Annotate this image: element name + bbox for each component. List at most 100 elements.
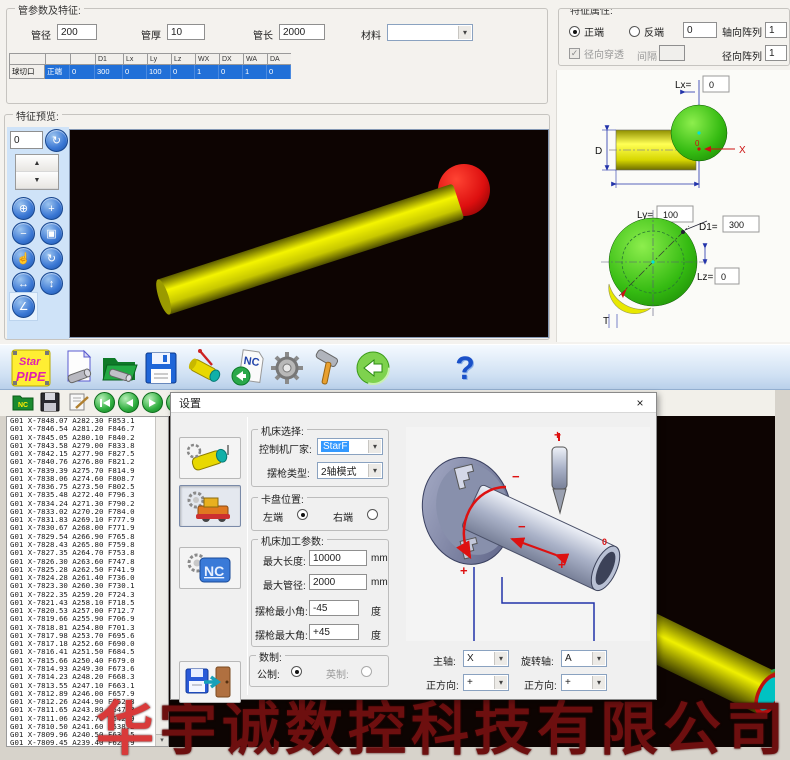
preview-angle-input[interactable]: 0 xyxy=(10,131,43,149)
hammer-icon xyxy=(307,348,347,388)
nc-save-button[interactable] xyxy=(40,392,60,415)
pipe-tool-button[interactable] xyxy=(186,347,228,389)
lx-value[interactable]: 0 xyxy=(709,80,714,90)
d1-value[interactable]: 300 xyxy=(729,220,744,230)
chevron-down-icon: ▾ xyxy=(494,652,507,665)
settings-button[interactable] xyxy=(266,347,308,389)
spindle-select[interactable]: X ▾ xyxy=(463,650,509,667)
nc-export-icon: NC xyxy=(229,348,269,388)
table-cell[interactable]: 1 xyxy=(243,65,267,79)
open-file-button[interactable] xyxy=(98,347,140,389)
metric-radio[interactable] xyxy=(291,666,302,677)
nc-export-button[interactable]: NC xyxy=(228,347,270,389)
table-cell[interactable]: 0 xyxy=(267,65,291,79)
vendor-select[interactable]: StarF ▾ xyxy=(317,438,383,455)
radial-pierce-label: 径向穿透 xyxy=(584,46,624,61)
pipe-3d xyxy=(461,484,625,595)
stepper-down-icon[interactable]: ▼ xyxy=(16,172,58,189)
settings-dialog: 设置 × xyxy=(170,392,657,700)
table-cell[interactable]: 正端 xyxy=(45,65,70,79)
table-cell[interactable]: 0 xyxy=(219,65,243,79)
radial-pierce-checkbox[interactable]: ✓ xyxy=(569,48,580,59)
max-angle-input[interactable]: +45 xyxy=(309,624,359,640)
machine-config-button[interactable] xyxy=(179,485,241,527)
table-row-header[interactable]: 球切口 xyxy=(9,65,45,79)
max-length-label: 最大长度: xyxy=(263,553,306,568)
preview-3d-viewport[interactable] xyxy=(69,129,549,338)
stepper-up-icon[interactable]: ▲ xyxy=(16,155,58,172)
zoom-in-button[interactable]: + xyxy=(40,197,63,220)
back-button[interactable] xyxy=(352,347,394,389)
material-select[interactable]: ▾ xyxy=(387,24,473,41)
imperial-radio[interactable] xyxy=(361,666,372,677)
col-header: Lx xyxy=(123,53,147,65)
new-file-button[interactable] xyxy=(58,347,100,389)
diameter-input[interactable]: 200 xyxy=(57,24,97,40)
table-cell[interactable]: 0 xyxy=(171,65,195,79)
svg-text:Star: Star xyxy=(19,356,41,368)
angle-stepper[interactable]: ▲ ▼ xyxy=(15,154,59,190)
save-file-button[interactable] xyxy=(140,347,182,389)
table-cell[interactable]: 1 xyxy=(195,65,219,79)
rotate-angle-button[interactable]: ↻ xyxy=(45,129,68,152)
back-end-radio[interactable] xyxy=(629,26,640,37)
table-cell[interactable]: 100 xyxy=(147,65,171,79)
first-line-button[interactable] xyxy=(94,392,115,413)
d-label: D xyxy=(595,146,602,157)
end-offset-input[interactable]: 0 xyxy=(683,22,717,38)
pan-button[interactable]: ⊕ xyxy=(12,197,35,220)
dialog-titlebar[interactable]: 设置 × xyxy=(171,393,656,413)
param-group-label: 机床加工参数: xyxy=(258,533,327,548)
machine-illustration: + − + − + 0 xyxy=(406,427,650,641)
table-cell[interactable]: 0 xyxy=(123,65,147,79)
col-header: Lz xyxy=(171,53,195,65)
metric-label: 公制: xyxy=(257,666,280,681)
max-length-input[interactable]: 10000 xyxy=(309,550,367,566)
nc-open-button[interactable]: NC xyxy=(12,392,34,415)
col-header xyxy=(70,53,95,65)
edit-doc-icon xyxy=(68,392,90,412)
next-icon xyxy=(148,398,158,408)
axial-array-input[interactable]: 1 xyxy=(765,22,787,38)
thickness-input[interactable]: 10 xyxy=(167,24,205,40)
max-diameter-input[interactable]: 2000 xyxy=(309,574,367,590)
dir2-select[interactable]: + ▾ xyxy=(561,674,607,691)
close-icon[interactable]: × xyxy=(632,395,648,411)
front-end-radio[interactable] xyxy=(569,26,580,37)
length-input[interactable]: 2000 xyxy=(279,24,325,40)
min-angle-input[interactable]: -45 xyxy=(309,600,359,616)
machine-group-label: 机床选择: xyxy=(258,423,307,438)
zoom-out-button[interactable]: − xyxy=(12,222,35,245)
zoom-fit-button[interactable]: ▣ xyxy=(40,222,63,245)
prev-line-button[interactable] xyxy=(118,392,139,413)
machine-page-button[interactable] xyxy=(179,437,241,479)
hand-button[interactable]: ☝ xyxy=(12,247,35,270)
chuck-right-radio[interactable] xyxy=(367,509,378,520)
gun-type-select[interactable]: 2轴模式 ▾ xyxy=(317,462,383,479)
dir1-label: 正方向: xyxy=(426,677,459,692)
table-cell[interactable]: 0 xyxy=(70,65,95,79)
d1-label: D1= xyxy=(699,222,718,233)
save-exit-button[interactable] xyxy=(179,661,241,703)
nc-edit-button[interactable] xyxy=(68,392,90,415)
angle-mode-button[interactable]: ∠ xyxy=(12,295,35,318)
next-line-button[interactable] xyxy=(142,392,163,413)
nc-config-button[interactable]: NC xyxy=(179,547,241,589)
lz-value[interactable]: 0 xyxy=(721,272,726,282)
svg-text:NC: NC xyxy=(243,355,260,369)
ly-value[interactable]: 100 xyxy=(663,210,678,220)
chuck-group-label: 卡盘位置: xyxy=(258,491,307,506)
radial-array-input[interactable]: 1 xyxy=(765,45,787,61)
gear-nc-icon: NC xyxy=(184,550,236,586)
rotate-view-button[interactable]: ↻ xyxy=(40,247,63,270)
new-file-icon xyxy=(60,349,98,387)
tools-button[interactable] xyxy=(306,347,348,389)
table-cell[interactable]: 300 xyxy=(95,65,123,79)
help-button[interactable]: ? xyxy=(448,347,482,389)
rotary-select[interactable]: A ▾ xyxy=(561,650,607,667)
app-window: 管参数及特征: 管径 200 管厚 10 管长 2000 材料 ▾ D1 Lx … xyxy=(0,0,790,760)
chuck-left-radio[interactable] xyxy=(297,509,308,520)
flip-vertical-button[interactable]: ↕ xyxy=(40,272,63,295)
dir1-select[interactable]: + ▾ xyxy=(463,674,509,691)
deg-unit-1: 度 xyxy=(371,603,381,618)
